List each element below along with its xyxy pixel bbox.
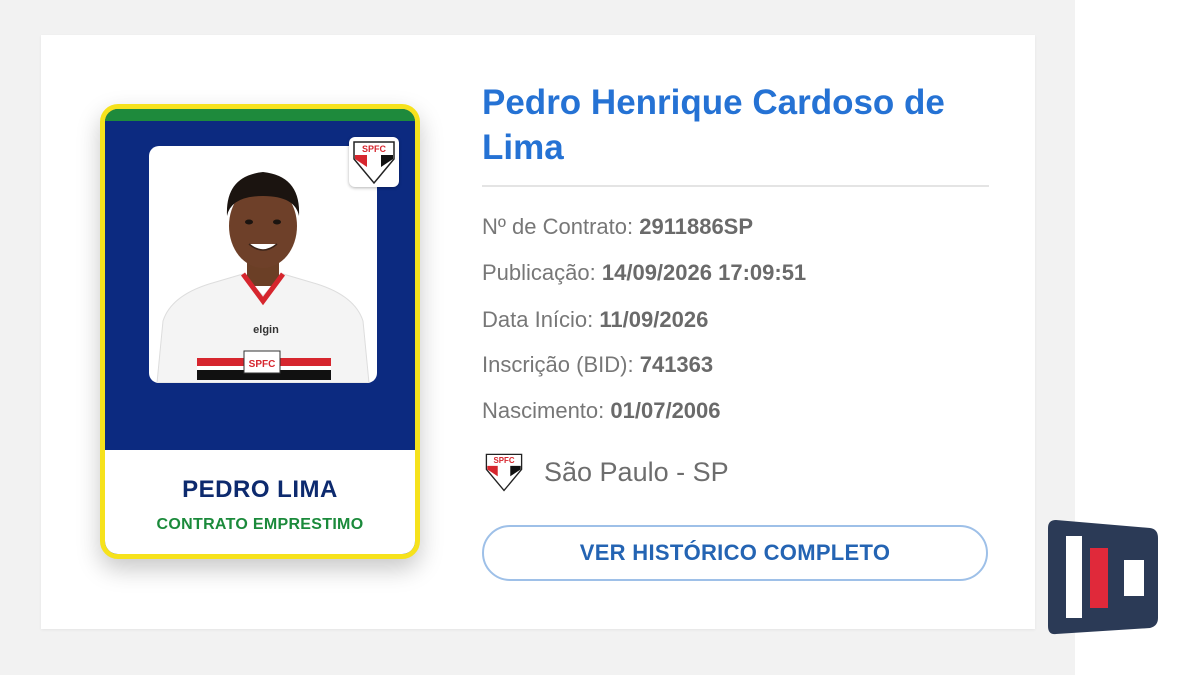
publication-label: Publicação: [482, 260, 596, 285]
publication-value: 14/09/2026 17:09:51 [601, 260, 807, 285]
player-id-card: SPFC elgin SPFC PEDRO LIMA CONTRATO EMPR… [100, 104, 420, 559]
spfc-crest-icon: SPFC [349, 137, 399, 187]
club-crest-icon: SPFC [485, 453, 523, 492]
birth-date-value: 01/07/2006 [610, 398, 721, 423]
player-full-name: Pedro Henrique Cardoso de Lima [482, 83, 945, 167]
card-top-stripe [105, 109, 415, 121]
card-name-area: PEDRO LIMA CONTRATO EMPRESTIMO [105, 450, 415, 554]
crest-text: SPFC [362, 144, 387, 154]
club-name: São Paulo - SP [544, 456, 729, 487]
player-short-name: PEDRO LIMA [182, 476, 338, 503]
player-photo: SPFC elgin [149, 146, 377, 383]
start-date-row: Data Início: 11/09/2026 [482, 307, 708, 333]
registration-label: Inscrição (BID): [482, 352, 634, 377]
start-date-label: Data Início: [482, 307, 594, 332]
publication-row: Publicação: 14/09/2026 17:09:51 [482, 260, 806, 286]
contract-number-row: Nº de Contrato: 2911886SP [482, 214, 753, 240]
publisher-logo-icon [1046, 518, 1160, 636]
view-full-history-button[interactable]: VER HISTÓRICO COMPLETO [482, 525, 988, 581]
club-row: SPFC São Paulo - SP [482, 448, 729, 496]
shirt-crest-text: SPFC [249, 359, 276, 370]
registration-value: 741363 [639, 352, 714, 377]
contract-number-value: 2911886SP [639, 214, 754, 239]
contract-type-label: CONTRATO EMPRESTIMO [156, 516, 364, 533]
shirt-sponsor: elgin [253, 324, 279, 336]
start-date-value: 11/09/2026 [599, 307, 709, 332]
divider [482, 185, 989, 187]
registration-row: Inscrição (BID): 741363 [482, 352, 713, 378]
club-crest-text: SPFC [493, 456, 514, 465]
birth-date-label: Nascimento: [482, 398, 605, 423]
birth-date-row: Nascimento: 01/07/2006 [482, 398, 721, 424]
contract-number-label: Nº de Contrato: [482, 214, 634, 239]
